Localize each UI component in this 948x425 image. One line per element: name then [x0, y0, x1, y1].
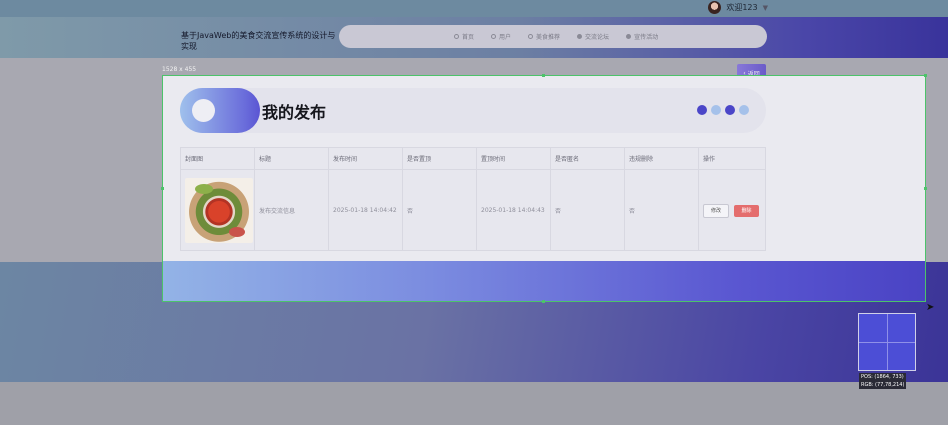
selection-size-label: 1528 x 455 — [162, 66, 197, 73]
site-header: 基于JavaWeb的美食交流宣传系统的设计与实现 首页 用户 美食推荐 交流论坛… — [0, 17, 948, 58]
user-icon — [491, 34, 497, 39]
nav-label: 用户 — [499, 34, 512, 41]
nav-label: 交流论坛 — [585, 34, 610, 41]
cursor-position-text: POS: (1864, 733) — [861, 374, 904, 380]
nav-item-home[interactable]: 首页 — [454, 32, 474, 41]
selection-handle[interactable] — [161, 187, 164, 190]
selection-handle[interactable] — [542, 74, 545, 77]
home-icon — [454, 34, 459, 39]
magnifier-readout: POS: (1864, 733) RGB: (77,78,214) — [859, 373, 907, 389]
forum-icon — [577, 34, 583, 39]
chevron-down-icon: ▼ — [762, 3, 768, 12]
selection-handle[interactable] — [542, 300, 545, 303]
site-title: 基于JavaWeb的美食交流宣传系统的设计与实现 — [181, 31, 336, 51]
nav-item-activity[interactable]: 宣传活动 — [626, 32, 658, 41]
avatar — [708, 1, 722, 14]
magnifier-preview — [858, 313, 916, 371]
selection-handle[interactable] — [924, 187, 927, 190]
user-menu[interactable]: 欢迎123 ▼ — [708, 1, 768, 14]
top-strip — [0, 0, 948, 17]
mouse-cursor-icon: ➤ — [926, 302, 935, 313]
nav-item-recommend[interactable]: 美食推荐 — [528, 32, 560, 41]
welcome-text: 欢迎123 — [726, 3, 758, 12]
recommend-icon — [528, 34, 534, 39]
page-footer-area — [0, 382, 948, 425]
activity-icon — [626, 34, 632, 39]
nav-label: 首页 — [462, 34, 475, 41]
nav-item-forum[interactable]: 交流论坛 — [577, 32, 609, 41]
cursor-color-text: RGB: (77,78,214) — [861, 382, 905, 388]
screenshot-selection-box[interactable] — [162, 75, 926, 302]
selection-handle[interactable] — [924, 74, 927, 77]
nav-label: 美食推荐 — [536, 34, 561, 41]
nav-label: 宣传活动 — [634, 34, 659, 41]
nav-item-user[interactable]: 用户 — [491, 32, 511, 41]
nav-bar: 首页 用户 美食推荐 交流论坛 宣传活动 — [339, 25, 767, 48]
